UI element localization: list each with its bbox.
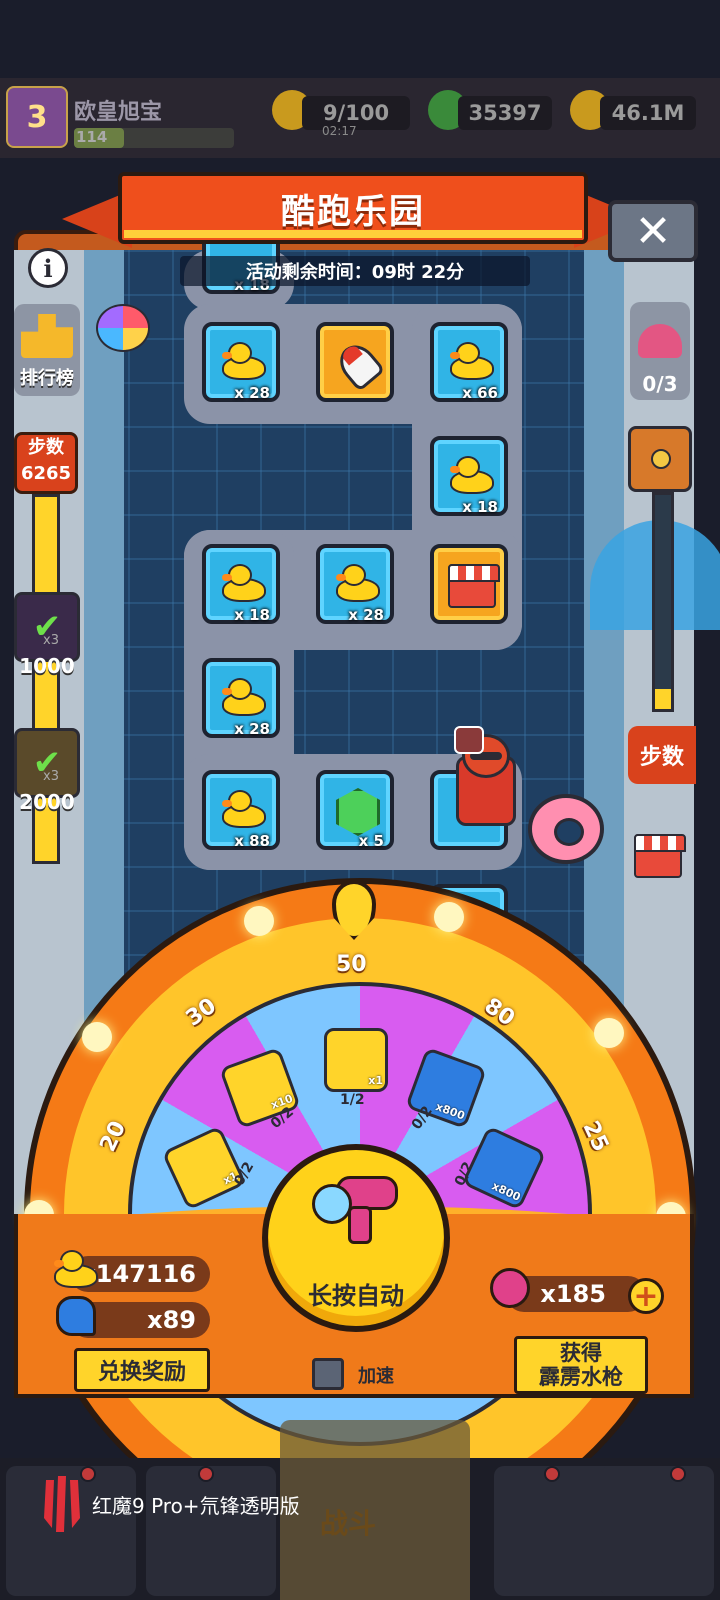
- lock-icon: [651, 449, 671, 469]
- swim-cap-icon: [638, 324, 682, 358]
- red-magic-logo-icon: [44, 1476, 80, 1532]
- close-icon: ✕: [634, 205, 672, 257]
- water-gun-small-icon: [490, 1268, 530, 1308]
- swim-ring-icon: [528, 794, 604, 864]
- board-tile-duck: x 28: [316, 544, 394, 624]
- duck-icon: [222, 564, 266, 604]
- duck-icon: [222, 678, 266, 718]
- board-tile-duck: x 66: [430, 322, 508, 402]
- tile-count: x 18: [462, 498, 498, 516]
- tile-count: x 5: [358, 832, 384, 850]
- add-water-gun-button[interactable]: +: [628, 1278, 664, 1314]
- spin-button-label: 长按自动: [308, 1282, 404, 1310]
- banner-stripe: [124, 230, 582, 238]
- wheel-number: 50: [336, 952, 367, 977]
- flipper-icon: [56, 1296, 96, 1336]
- notification-dot: [198, 1466, 214, 1482]
- treasure-chest-button[interactable]: [628, 426, 692, 492]
- gem-badge-icon: [454, 726, 484, 754]
- nav-evolve[interactable]: [600, 1466, 714, 1596]
- get-label-line1: 获得: [560, 1341, 602, 1365]
- wheel-light: [594, 1018, 624, 1048]
- gem-icon: [336, 788, 380, 836]
- chest-progress-track: [652, 492, 674, 712]
- board-tile-duck: x 18: [202, 544, 280, 624]
- duck-icon: [222, 790, 266, 830]
- player-xp-value: 114: [76, 128, 108, 146]
- get-water-gun-button[interactable]: 获得 霹雳水枪: [514, 1336, 648, 1394]
- steps-label: 步数: [28, 437, 64, 458]
- speed-up-label: 加速: [358, 1366, 394, 1387]
- duck-icon: [336, 564, 380, 604]
- event-timer: 活动剩余时间：09时 22分: [180, 256, 530, 286]
- gem-counter[interactable]: 35397: [458, 96, 552, 130]
- energy-timer: 02:17: [322, 124, 357, 138]
- shop-icon: [448, 564, 500, 608]
- milestone-reward[interactable]: ✔ x3: [14, 592, 80, 662]
- tile-count: x 18: [234, 606, 270, 624]
- rocket-icon: [332, 337, 386, 393]
- board-tile-gem: x 5: [316, 770, 394, 850]
- board-tile-duck: x 88: [202, 770, 280, 850]
- wheel-light: [434, 902, 464, 932]
- milestone-multiplier: x3: [43, 769, 59, 784]
- player-character: [436, 726, 532, 840]
- shop-icon: [634, 834, 686, 878]
- tile-count: x 28: [348, 606, 384, 624]
- notification-dot: [670, 1466, 686, 1482]
- board-tile-duck: x 28: [202, 322, 280, 402]
- wheel-light: [244, 906, 274, 936]
- notification-dot: [544, 1466, 560, 1482]
- board-tile-duck: x 28: [202, 658, 280, 738]
- board-tile-rocket: [316, 322, 394, 402]
- get-label-line2: 霹雳水枪: [539, 1365, 623, 1389]
- player-name: 欧皇旭宝: [74, 100, 163, 125]
- podium-icon: [21, 314, 73, 358]
- device-watermark: 红魔9 Pro+氘锋透明版: [92, 1494, 300, 1518]
- prize-multiplier: x1: [368, 1074, 383, 1087]
- player-xp-bar: 114: [74, 128, 234, 148]
- shop-button[interactable]: [628, 826, 694, 894]
- nav-battle-label: 战斗: [320, 1507, 377, 1540]
- milestone-label: 2000: [19, 790, 75, 814]
- cap-collection-counter[interactable]: 0/3: [630, 302, 690, 400]
- beach-ball-icon: [96, 304, 150, 352]
- steps-tab-button[interactable]: 步数: [628, 726, 696, 784]
- cap-count: 0/3: [642, 372, 678, 396]
- prize-chest: x1: [324, 1028, 388, 1092]
- exchange-rewards-button[interactable]: 兑换奖励: [74, 1348, 210, 1392]
- speed-up-checkbox[interactable]: [312, 1358, 344, 1390]
- info-button[interactable]: i: [28, 248, 68, 288]
- tile-count: x 28: [234, 720, 270, 738]
- milestone-reward[interactable]: ✔ x3: [14, 728, 80, 798]
- prize-progress: 1/2: [340, 1092, 365, 1108]
- player-level-badge: 3: [26, 99, 48, 135]
- leaderboard-button[interactable]: 排行榜: [14, 304, 80, 396]
- info-icon: i: [43, 253, 53, 283]
- tile-count: x 66: [462, 384, 498, 402]
- prize-multiplier: x800: [433, 1100, 467, 1123]
- duck-icon: [450, 342, 494, 382]
- notification-dot: [80, 1466, 96, 1482]
- steps-value: 6265: [20, 463, 72, 484]
- tile-count: x 88: [234, 832, 270, 850]
- leaderboard-label: 排行榜: [20, 368, 74, 389]
- plus-icon: +: [633, 1278, 659, 1314]
- coin-counter[interactable]: 46.1M: [600, 96, 696, 130]
- milestone-label: 1000: [19, 654, 75, 678]
- duck-icon: [450, 456, 494, 496]
- wheel-light: [82, 1022, 112, 1052]
- nav-equipment[interactable]: [146, 1466, 276, 1596]
- water-gun-icon: [312, 1162, 402, 1246]
- board-tile-shop: [430, 544, 508, 624]
- close-button[interactable]: ✕: [608, 200, 698, 262]
- milestone-multiplier: x3: [43, 633, 59, 648]
- duck-icon: [222, 342, 266, 382]
- tile-count: x 28: [234, 384, 270, 402]
- board-tile-duck: x 18: [430, 436, 508, 516]
- player-avatar[interactable]: 3: [6, 86, 68, 148]
- steps-badge: 步数 6265: [14, 432, 78, 494]
- duck-icon: [54, 1250, 98, 1290]
